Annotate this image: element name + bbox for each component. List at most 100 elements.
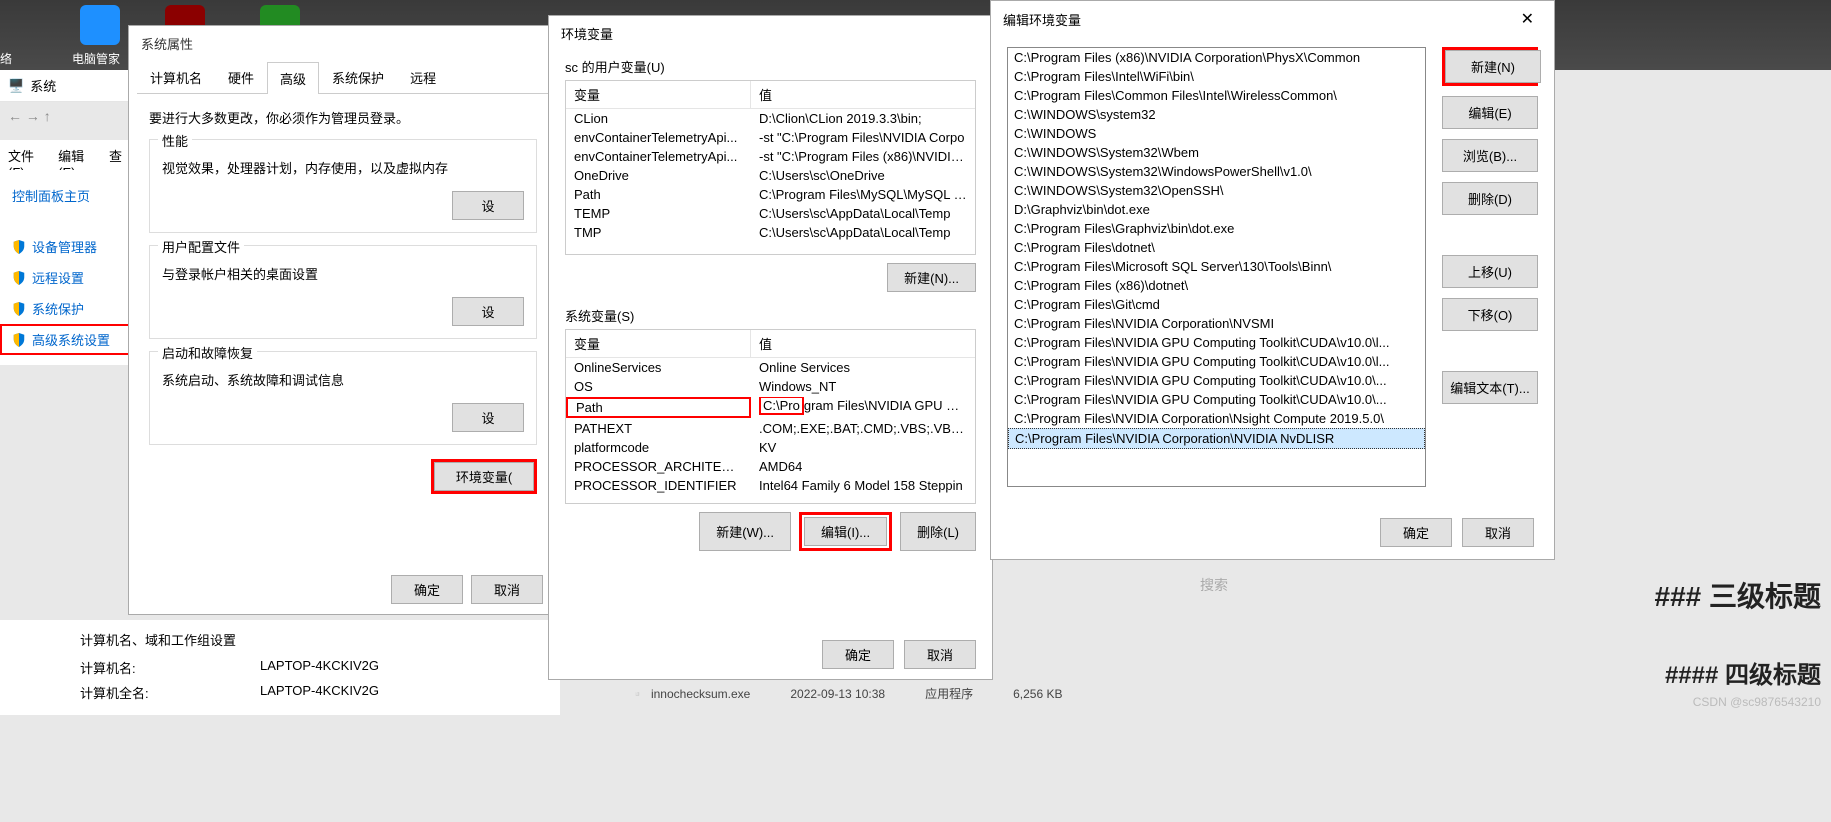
table-row[interactable]: envContainerTelemetryApi...-st "C:\Progr… <box>566 147 975 166</box>
new-button[interactable]: 新建(N)... <box>887 263 976 292</box>
remote-settings-link[interactable]: 远程设置 <box>0 262 130 293</box>
edit-text-button[interactable]: 编辑文本(T)... <box>1442 371 1538 404</box>
control-panel-home[interactable]: 控制面板主页 <box>0 180 130 211</box>
list-item[interactable]: C:\WINDOWS\System32\OpenSSH\ <box>1008 181 1425 200</box>
col-variable[interactable]: 变量 <box>566 330 751 357</box>
list-item[interactable]: C:\Program Files (x86)\dotnet\ <box>1008 276 1425 295</box>
system-protection-link[interactable]: 系统保护 <box>0 293 130 324</box>
performance-group: 性能 视觉效果，处理器计划，内存使用，以及虚拟内存 设 <box>149 139 537 233</box>
table-row[interactable]: TMPC:\Users\sc\AppData\Local\Temp <box>566 223 975 242</box>
delete-button[interactable]: 删除(L) <box>900 512 976 551</box>
monitor-icon: 🖥️ <box>8 78 24 94</box>
col-variable[interactable]: 变量 <box>566 81 751 108</box>
table-row[interactable]: TEMPC:\Users\sc\AppData\Local\Temp <box>566 204 975 223</box>
highlight-box: 环境变量( <box>431 459 537 494</box>
settings-button[interactable]: 设 <box>452 403 524 432</box>
list-item[interactable]: C:\Program Files\Common Files\Intel\Wire… <box>1008 86 1425 105</box>
table-row[interactable]: PROCESSOR_ARCHITECTUREAMD64 <box>566 457 975 476</box>
advanced-system-settings-link[interactable]: 高级系统设置 <box>0 324 130 355</box>
col-value[interactable]: 值 <box>751 330 780 357</box>
tab-computer-name[interactable]: 计算机名 <box>137 61 215 93</box>
file-row[interactable]: ▫️innochecksum.exe 2022-09-13 10:38 应用程序… <box>630 685 1062 702</box>
list-item[interactable]: C:\WINDOWS\System32\WindowsPowerShell\v1… <box>1008 162 1425 181</box>
table-row[interactable]: envContainerTelemetryApi...-st "C:\Progr… <box>566 128 975 147</box>
ok-button[interactable]: 确定 <box>1380 518 1452 547</box>
group-desc: 系统启动、系统故障和调试信息 <box>162 370 524 389</box>
edit-button[interactable]: 编辑(I)... <box>804 517 887 546</box>
list-item[interactable]: C:\WINDOWS\System32\Wbem <box>1008 143 1425 162</box>
cancel-button[interactable]: 取消 <box>471 575 543 604</box>
tab-remote[interactable]: 远程 <box>397 61 449 93</box>
new-button[interactable]: 新建(N) <box>1445 50 1541 83</box>
list-item[interactable]: C:\Program Files (x86)\NVIDIA Corporatio… <box>1008 48 1425 67</box>
tab-hardware[interactable]: 硬件 <box>215 61 267 93</box>
var-value: C:\Program Files\NVIDIA GPU Comp <box>751 397 975 418</box>
new-button[interactable]: 新建(W)... <box>699 512 791 551</box>
list-item[interactable]: C:\Program Files\Git\cmd <box>1008 295 1425 314</box>
table-row[interactable]: platformcodeKV <box>566 438 975 457</box>
group-desc: 与登录帐户相关的桌面设置 <box>162 264 524 283</box>
desktop-label-guard: 电脑管家 <box>72 50 120 67</box>
environment-variables-button[interactable]: 环境变量( <box>434 462 534 491</box>
table-row[interactable]: PathC:\Program Files\MySQL\MySQL Sh <box>566 185 975 204</box>
system-vars-table[interactable]: 变量 值 OnlineServicesOnline ServicesOSWind… <box>565 329 976 504</box>
user-vars-table[interactable]: 变量 值 CLionD:\Clion\CLion 2019.3.3\bin;en… <box>565 80 976 255</box>
move-down-button[interactable]: 下移(O) <box>1442 298 1538 331</box>
var-name: PROCESSOR_ARCHITECTURE <box>566 458 751 475</box>
move-up-button[interactable]: 上移(U) <box>1442 255 1538 288</box>
settings-button[interactable]: 设 <box>452 191 524 220</box>
list-item[interactable]: C:\Program Files\NVIDIA GPU Computing To… <box>1008 390 1425 409</box>
table-row[interactable]: OnlineServicesOnline Services <box>566 358 975 377</box>
list-item[interactable]: C:\Program Files\dotnet\ <box>1008 238 1425 257</box>
ok-button[interactable]: 确定 <box>391 575 463 604</box>
left-nav: 控制面板主页 设备管理器 远程设置 系统保护 高级系统设置 <box>0 170 130 365</box>
shield-icon <box>12 302 26 316</box>
tab-advanced[interactable]: 高级 <box>267 62 319 94</box>
browse-button[interactable]: 浏览(B)... <box>1442 139 1538 172</box>
var-name: Path <box>566 186 751 203</box>
list-item[interactable]: C:\Program Files\Graphviz\bin\dot.exe <box>1008 219 1425 238</box>
group-legend: 启动和故障恢复 <box>158 343 257 362</box>
list-item[interactable]: C:\WINDOWS <box>1008 124 1425 143</box>
list-item[interactable]: D:\Graphviz\bin\dot.exe <box>1008 200 1425 219</box>
var-name: envContainerTelemetryApi... <box>566 148 751 165</box>
list-item[interactable]: C:\Program Files\NVIDIA Corporation\NVSM… <box>1008 314 1425 333</box>
tab-system-protection[interactable]: 系统保护 <box>319 61 397 93</box>
cancel-button[interactable]: 取消 <box>1462 518 1534 547</box>
list-item[interactable]: C:\Program Files\NVIDIA Corporation\NVID… <box>1008 428 1425 449</box>
search-placeholder[interactable]: 搜索 <box>1200 575 1228 595</box>
shield-icon <box>12 333 26 347</box>
var-value: D:\Clion\CLion 2019.3.3\bin; <box>751 110 975 127</box>
list-item[interactable]: C:\Program Files\NVIDIA GPU Computing To… <box>1008 371 1425 390</box>
device-manager-link[interactable]: 设备管理器 <box>0 231 130 262</box>
table-row[interactable]: CLionD:\Clion\CLion 2019.3.3\bin; <box>566 109 975 128</box>
desktop-label-network: 络 <box>0 50 12 67</box>
col-value[interactable]: 值 <box>751 81 780 108</box>
table-row[interactable]: OSWindows_NT <box>566 377 975 396</box>
edit-button[interactable]: 编辑(E) <box>1442 96 1538 129</box>
desktop-icon[interactable] <box>80 5 120 45</box>
group-legend: 性能 <box>158 131 192 150</box>
ok-button[interactable]: 确定 <box>822 640 894 669</box>
table-row[interactable]: PATHEXT.COM;.EXE;.BAT;.CMD;.VBS;.VBE;.JS… <box>566 419 975 438</box>
list-item[interactable]: C:\Program Files\NVIDIA GPU Computing To… <box>1008 352 1425 371</box>
path-listbox[interactable]: C:\Program Files (x86)\NVIDIA Corporatio… <box>1007 47 1426 487</box>
delete-button[interactable]: 删除(D) <box>1442 182 1538 215</box>
list-item[interactable]: C:\WINDOWS\system32 <box>1008 105 1425 124</box>
settings-button[interactable]: 设 <box>452 297 524 326</box>
list-item[interactable]: C:\Program Files\Intel\WiFi\bin\ <box>1008 67 1425 86</box>
file-date: 2022-09-13 10:38 <box>790 687 885 701</box>
table-row[interactable]: PROCESSOR_IDENTIFIERIntel64 Family 6 Mod… <box>566 476 975 495</box>
table-row[interactable]: OneDriveC:\Users\sc\OneDrive <box>566 166 975 185</box>
shield-icon <box>12 240 26 254</box>
list-item[interactable]: C:\Program Files\NVIDIA GPU Computing To… <box>1008 333 1425 352</box>
cancel-button[interactable]: 取消 <box>904 640 976 669</box>
var-name: TEMP <box>566 205 751 222</box>
close-icon[interactable]: ✕ <box>1513 9 1542 29</box>
table-row[interactable]: PathC:\Program Files\NVIDIA GPU Comp <box>566 396 975 419</box>
list-item[interactable]: C:\Program Files\Microsoft SQL Server\13… <box>1008 257 1425 276</box>
var-value: C:\Users\sc\AppData\Local\Temp <box>751 224 975 241</box>
nav-arrows[interactable]: ← → ↑ <box>0 100 130 132</box>
file-name: innochecksum.exe <box>651 687 750 701</box>
list-item[interactable]: C:\Program Files\NVIDIA Corporation\Nsig… <box>1008 409 1425 428</box>
